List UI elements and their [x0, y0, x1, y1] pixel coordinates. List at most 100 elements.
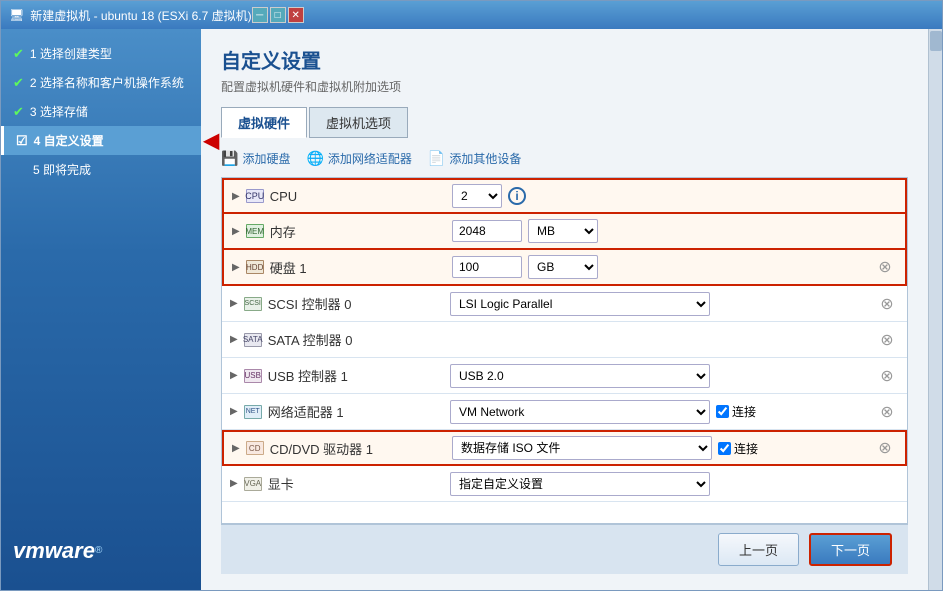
disk1-value-area: MB GB TB	[452, 255, 873, 279]
scsi0-value-area: LSI Logic Parallel LSI Logic SAS VMware …	[450, 292, 875, 316]
add-other-icon: 📄	[428, 150, 445, 167]
add-other-button[interactable]: 📄 添加其他设备	[428, 150, 521, 167]
add-nic-label: 添加网络适配器	[328, 150, 412, 167]
cpu-expand-arrow[interactable]: ▶	[232, 191, 240, 202]
sidebar: ✔ 1 选择创建类型 ✔ 2 选择名称和客户机操作系统 ✔ 3 选择存储 ☑ 4…	[1, 29, 201, 590]
add-nic-button[interactable]: 🌐 添加网络适配器	[306, 150, 411, 167]
disk1-icon: HDD	[246, 260, 264, 274]
cddvd1-expand-arrow[interactable]: ▶	[232, 443, 240, 454]
vga-value-area: 指定自定义设置	[450, 472, 875, 496]
usb1-type-select[interactable]: USB 2.0 USB 3.0	[450, 364, 710, 388]
disk1-value-input[interactable]	[452, 256, 522, 278]
memory-row-name: ▶ MEM 内存	[232, 222, 452, 241]
cpu-value-area: 1 2 4 8 16 i	[452, 184, 873, 208]
usb1-remove-button[interactable]: ⊗	[880, 366, 893, 386]
add-disk-label: 添加硬盘	[242, 150, 290, 167]
nic1-remove-button[interactable]: ⊗	[880, 402, 893, 422]
checkbox-icon-step4: ☑	[16, 133, 28, 149]
usb1-expand-arrow[interactable]: ▶	[230, 370, 238, 381]
disk1-unit-select[interactable]: MB GB TB	[528, 255, 598, 279]
cpu-icon: CPU	[246, 189, 264, 203]
cddvd1-icon: CD	[246, 441, 264, 455]
scsi0-remove-button[interactable]: ⊗	[880, 294, 893, 314]
sidebar-item-step3[interactable]: ✔ 3 选择存储	[1, 97, 201, 126]
tab-options[interactable]: 虚拟机选项	[309, 107, 408, 138]
vga-label: 显卡	[268, 474, 294, 493]
cpu-label: CPU	[270, 189, 297, 204]
table-row-cddvd1: ▶ CD CD/DVD 驱动器 1 数据存储 ISO 文件 客户机设备 主机设备…	[222, 430, 907, 466]
disk1-expand-arrow[interactable]: ▶	[232, 262, 240, 273]
title-bar: 🖥 新建虚拟机 - ubuntu 18 (ESXi 6.7 虚拟机) ─ □ ✕	[1, 1, 942, 29]
vmware-logo: vmware®	[1, 522, 201, 580]
usb1-row-name: ▶ USB USB 控制器 1	[230, 366, 450, 385]
nic1-label: 网络适配器 1	[268, 402, 344, 421]
sata0-expand-arrow[interactable]: ▶	[230, 334, 238, 345]
vga-type-select[interactable]: 指定自定义设置	[450, 472, 710, 496]
sata0-label: SATA 控制器 0	[268, 330, 353, 349]
prev-button[interactable]: 上一页	[718, 533, 799, 566]
scsi0-row-name: ▶ SCSI SCSI 控制器 0	[230, 294, 450, 313]
add-nic-icon: 🌐	[306, 150, 323, 167]
close-button[interactable]: ✕	[288, 7, 304, 23]
sidebar-label-step3: 3 选择存储	[30, 103, 88, 120]
sidebar-item-step1[interactable]: ✔ 1 选择创建类型	[1, 39, 201, 68]
sidebar-item-step5[interactable]: 5 即将完成	[1, 155, 201, 184]
maximize-button[interactable]: □	[270, 7, 286, 23]
check-icon-step1: ✔	[13, 46, 24, 62]
nic1-expand-arrow[interactable]: ▶	[230, 406, 238, 417]
tab-hardware[interactable]: 虚拟硬件	[221, 107, 307, 138]
scsi0-label: SCSI 控制器 0	[268, 294, 352, 313]
main-window: 🖥 新建虚拟机 - ubuntu 18 (ESXi 6.7 虚拟机) ─ □ ✕…	[0, 0, 943, 591]
scrollbar[interactable]	[928, 29, 942, 590]
sidebar-item-step2[interactable]: ✔ 2 选择名称和客户机操作系统	[1, 68, 201, 97]
table-row-nic1: ▶ NET 网络适配器 1 VM Network 连接	[222, 394, 907, 430]
table-row-cpu: ▶ CPU CPU 1 2 4 8 16 i	[222, 178, 907, 214]
vga-icon: VGA	[244, 477, 262, 491]
cddvd1-action: ⊗	[873, 438, 897, 458]
sidebar-label-step5: 5 即将完成	[33, 161, 91, 178]
scsi0-action: ⊗	[875, 294, 899, 314]
next-button[interactable]: 下一页	[809, 533, 892, 566]
table-row-vga: ▶ VGA 显卡 指定自定义设置	[222, 466, 907, 502]
sata0-remove-button[interactable]: ⊗	[880, 330, 893, 350]
sata0-icon: SATA	[244, 333, 262, 347]
cpu-info-icon[interactable]: i	[508, 187, 526, 205]
sidebar-arrow-step4: ◀	[204, 128, 219, 153]
table-row-sata0: ▶ SATA SATA 控制器 0 ⊗	[222, 322, 907, 358]
add-disk-icon: 💾	[221, 150, 238, 167]
minimize-button[interactable]: ─	[252, 7, 268, 23]
cddvd1-remove-button[interactable]: ⊗	[878, 438, 891, 458]
disk1-remove-button[interactable]: ⊗	[878, 257, 891, 277]
nic1-connect-checkbox[interactable]	[716, 405, 729, 418]
cddvd1-row-name: ▶ CD CD/DVD 驱动器 1	[232, 439, 452, 458]
usb1-icon: USB	[244, 369, 262, 383]
vga-expand-arrow[interactable]: ▶	[230, 478, 238, 489]
table-row-memory: ▶ MEM 内存 MB GB	[222, 214, 907, 250]
scrollbar-thumb[interactable]	[930, 31, 942, 51]
sidebar-label-step1: 1 选择创建类型	[30, 45, 112, 62]
cddvd1-connect-checkbox[interactable]	[718, 442, 731, 455]
nic1-icon: NET	[244, 405, 262, 419]
cddvd1-type-select[interactable]: 数据存储 ISO 文件 客户机设备 主机设备	[452, 436, 712, 460]
memory-value-input[interactable]	[452, 220, 522, 242]
disk1-label: 硬盘 1	[270, 258, 307, 277]
hardware-toolbar: 💾 添加硬盘 🌐 添加网络适配器 📄 添加其他设备	[221, 150, 908, 167]
sidebar-item-step4[interactable]: ☑ 4 自定义设置 ◀	[1, 126, 201, 155]
add-disk-button[interactable]: 💾 添加硬盘	[221, 150, 290, 167]
memory-unit-select[interactable]: MB GB	[528, 219, 598, 243]
cpu-row-name: ▶ CPU CPU	[232, 189, 452, 204]
window-title: 新建虚拟机 - ubuntu 18 (ESXi 6.7 虚拟机)	[30, 7, 251, 24]
nic1-network-select[interactable]: VM Network	[450, 400, 710, 424]
cddvd1-connect-text: 连接	[734, 440, 758, 457]
scsi0-expand-arrow[interactable]: ▶	[230, 298, 238, 309]
cpu-count-select[interactable]: 1 2 4 8 16	[452, 184, 502, 208]
cddvd1-label: CD/DVD 驱动器 1	[270, 439, 373, 458]
memory-label: 内存	[270, 222, 296, 241]
scsi0-type-select[interactable]: LSI Logic Parallel LSI Logic SAS VMware …	[450, 292, 710, 316]
sidebar-label-step4: 4 自定义设置	[34, 132, 104, 149]
add-other-label: 添加其他设备	[449, 150, 521, 167]
window-controls: ─ □ ✕	[252, 7, 304, 23]
nic1-row-name: ▶ NET 网络适配器 1	[230, 402, 450, 421]
memory-expand-arrow[interactable]: ▶	[232, 226, 240, 237]
cddvd1-value-area: 数据存储 ISO 文件 客户机设备 主机设备 连接	[452, 436, 873, 460]
